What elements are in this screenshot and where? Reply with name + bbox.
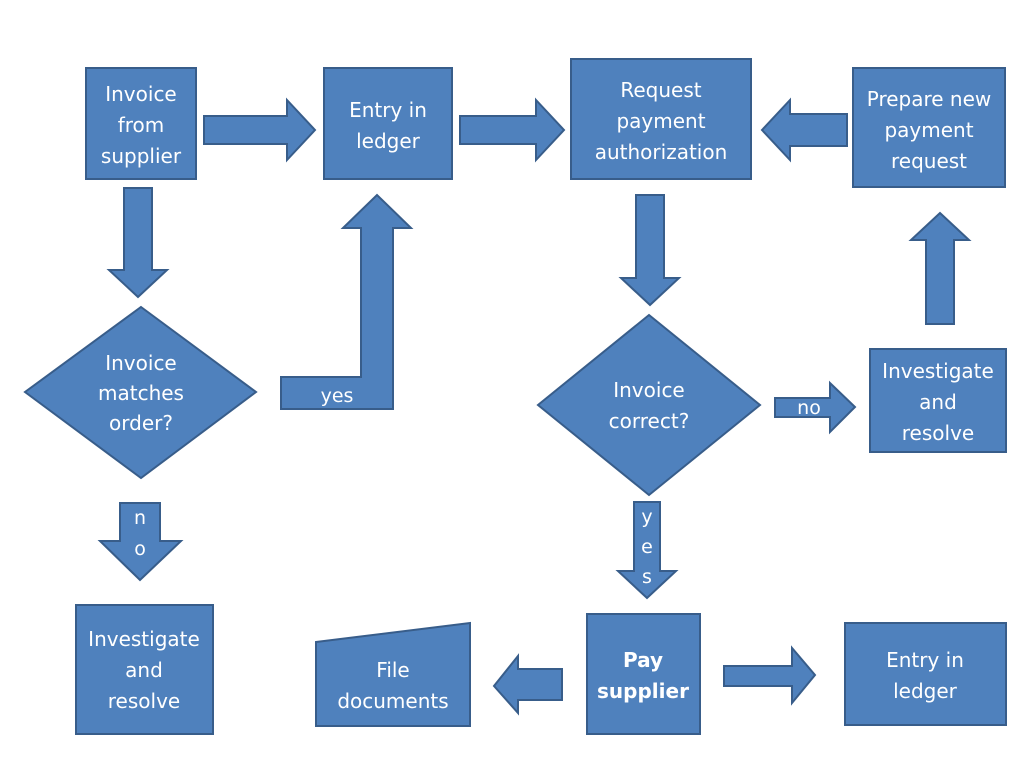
yes-label-e: e [641, 536, 653, 558]
node-investigate-and-resolve-right: Investigate and resolve [869, 348, 1007, 453]
node-text: payment [884, 118, 973, 142]
yes-label-s: s [642, 566, 652, 588]
arrow-request-to-decision [618, 194, 682, 307]
node-text: supplier [597, 679, 689, 703]
node-text: authorization [595, 140, 728, 164]
node-text: payment [616, 109, 705, 133]
node-text: Entry in [349, 98, 427, 122]
arrow-pay-to-ledger [723, 645, 817, 706]
node-text: from [118, 113, 165, 137]
arrow-invoice-to-ledger [203, 97, 317, 163]
arrow-prepare-to-request [760, 97, 848, 163]
node-request-payment-authorization: Request payment authorization [570, 58, 752, 180]
arrow-no-to-investigate-right: no [774, 380, 857, 435]
arrow-yes-to-pay: y e s [615, 501, 679, 600]
node-text: Request [620, 78, 701, 102]
node-text: ledger [356, 129, 421, 153]
node-text: resolve [108, 689, 180, 713]
arrow-ledger-to-request [459, 97, 566, 163]
node-text: Investigate [882, 359, 994, 383]
node-text: supplier [101, 144, 182, 168]
flowchart: yes n o no y e s Invoice from supplier E… [23, 58, 1007, 735]
node-text: and [919, 390, 957, 414]
node-text: ledger [893, 679, 958, 703]
node-file-documents: File documents [315, 621, 471, 727]
arrow-investigate-to-prepare [908, 211, 972, 325]
no-label: no [797, 397, 821, 419]
node-text: Investigate [88, 627, 200, 651]
node-text: Pay [623, 648, 663, 672]
node-text: order? [109, 411, 173, 435]
arrow-invoice-to-decision [106, 187, 170, 299]
node-text: Entry in [886, 648, 964, 672]
node-invoice-matches-order: Invoice matches order? [23, 305, 258, 480]
node-invoice-correct: Invoice correct? [536, 313, 762, 497]
node-text: request [891, 149, 967, 173]
yes-label-y: y [641, 506, 652, 528]
node-text: matches [98, 381, 184, 405]
arrow-no-to-investigate-left: n o [97, 502, 184, 582]
node-text: Invoice [105, 351, 177, 375]
node-text: Prepare new [867, 87, 992, 111]
arrow-pay-to-file [492, 653, 563, 716]
node-entry-in-ledger-bottom: Entry in ledger [844, 622, 1007, 726]
node-entry-in-ledger-top: Entry in ledger [323, 67, 453, 180]
node-text: File [376, 658, 409, 682]
node-invoice-from-supplier: Invoice from supplier [85, 67, 197, 180]
node-text: and [125, 658, 163, 682]
node-text: documents [337, 689, 448, 713]
arrow-yes-to-ledger: yes [280, 193, 414, 410]
yes-label: yes [321, 385, 354, 407]
node-text: resolve [902, 421, 974, 445]
node-investigate-and-resolve-left: Investigate and resolve [75, 604, 214, 735]
no-label-o: o [134, 538, 146, 560]
no-label-n: n [134, 507, 146, 529]
node-text: Invoice [105, 82, 177, 106]
node-prepare-new-payment-request: Prepare new payment request [852, 67, 1006, 188]
node-text: Invoice [613, 378, 685, 402]
node-pay-supplier: Pay supplier [586, 613, 701, 735]
node-text: correct? [609, 409, 690, 433]
